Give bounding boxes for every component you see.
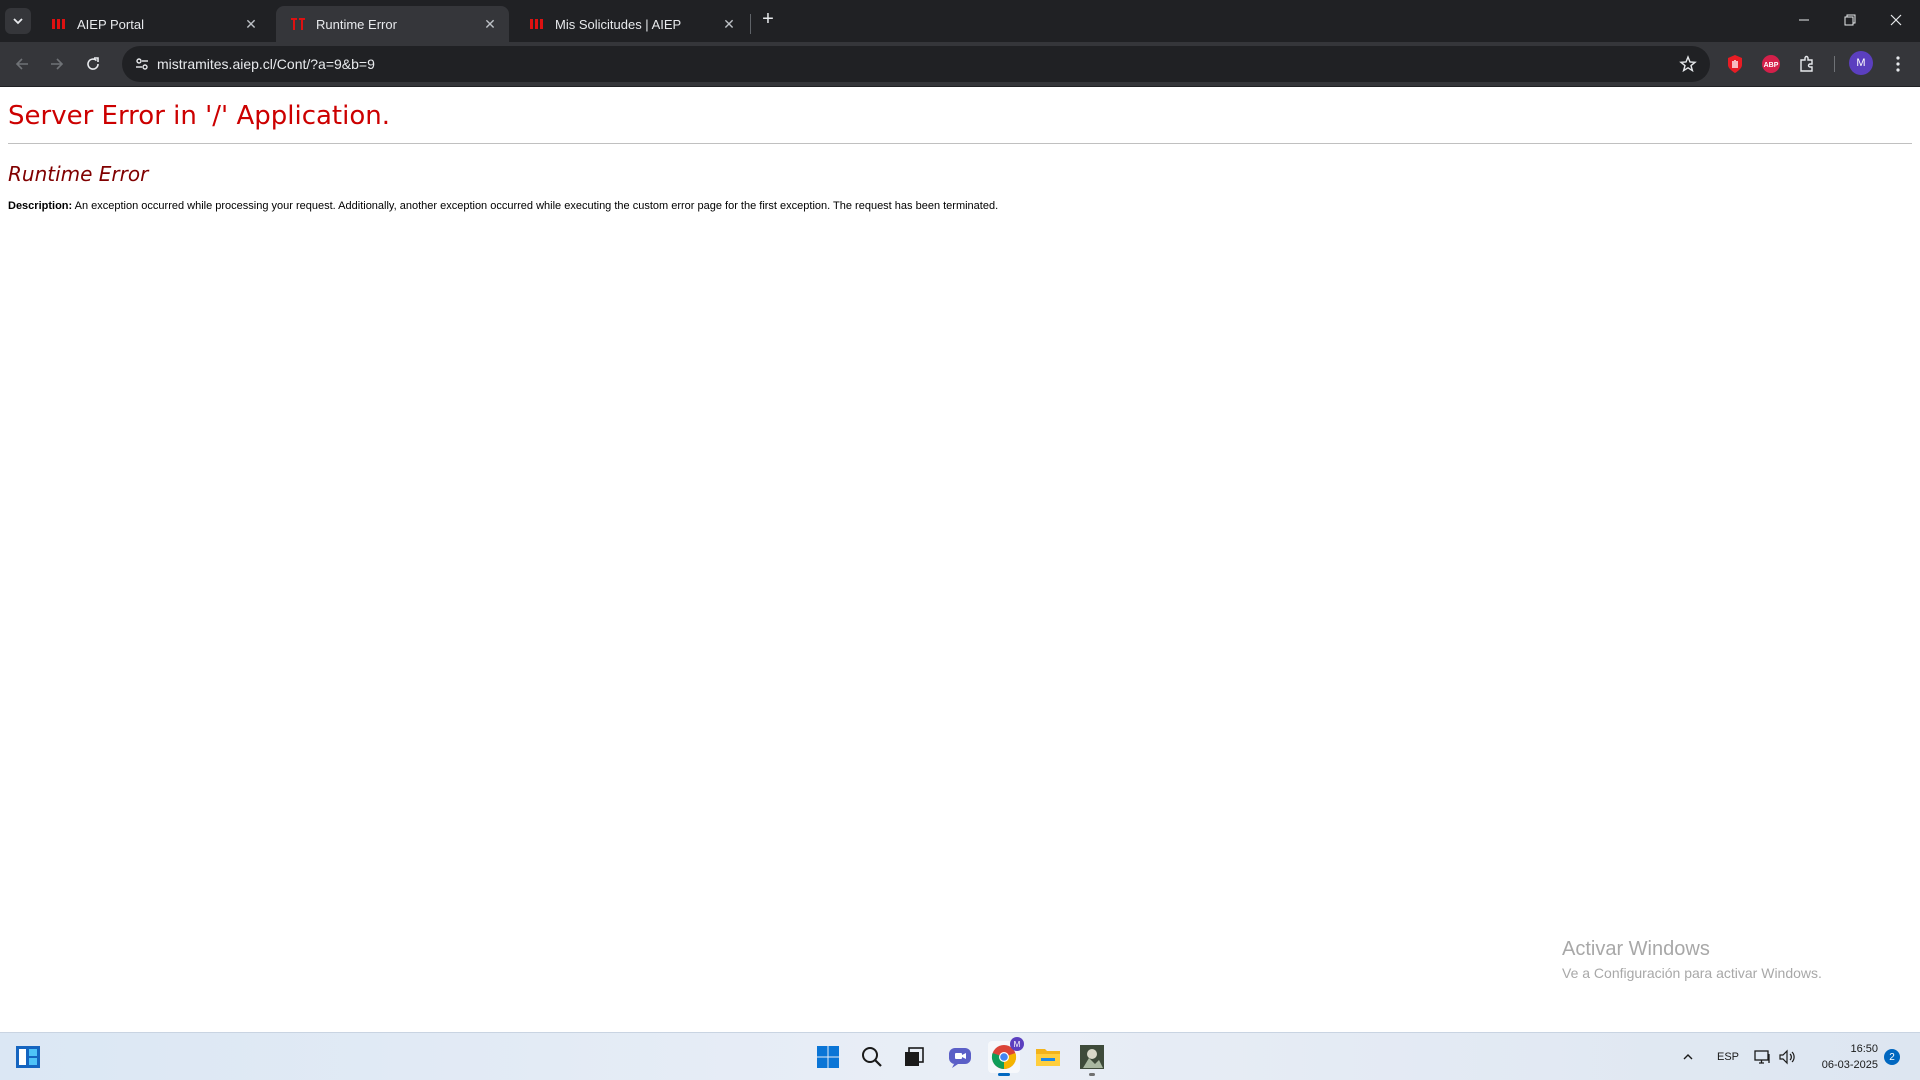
folder-icon xyxy=(1036,1049,1060,1066)
aiep-favicon-icon xyxy=(529,16,545,32)
search-icon xyxy=(862,1047,882,1067)
new-tab-button[interactable]: + xyxy=(757,9,779,31)
system-clock[interactable]: 16:50 06-03-2025 xyxy=(1812,1041,1878,1073)
tab-aiep-portal[interactable]: AIEP Portal ✕ xyxy=(37,6,270,42)
tab-strip: AIEP Portal ✕ Runtime Error ✕ Mis Solici… xyxy=(0,0,1920,42)
chrome-profile-badge: M xyxy=(1010,1037,1024,1051)
arrow-left-icon xyxy=(15,58,28,70)
photo-app-button[interactable] xyxy=(1076,1041,1108,1076)
tab-title: AIEP Portal xyxy=(77,16,144,32)
tab-divider xyxy=(750,14,751,34)
language-indicator[interactable]: ESP xyxy=(1717,1051,1739,1063)
notification-badge[interactable]: 2 xyxy=(1884,1049,1900,1065)
watermark-title: Activar Windows xyxy=(1562,938,1710,960)
close-icon xyxy=(1890,14,1902,26)
clock-time: 16:50 xyxy=(1850,1043,1878,1055)
error-subheading: Runtime Error xyxy=(8,162,149,186)
reload-icon xyxy=(87,57,99,70)
network-icon xyxy=(1754,1050,1770,1064)
show-hidden-icons-button[interactable] xyxy=(1678,1041,1698,1073)
restore-icon xyxy=(1844,14,1856,26)
error-favicon-icon xyxy=(290,16,306,32)
more-menu-icon[interactable] xyxy=(1886,52,1910,76)
search-button[interactable] xyxy=(856,1041,888,1073)
abp-icon[interactable]: ABP xyxy=(1759,52,1783,76)
chrome-taskbar-button[interactable]: M xyxy=(988,1037,1024,1076)
address-bar[interactable]: mistramites.aiep.cl/Cont/?a=9&b=9 xyxy=(122,46,1710,82)
tab-mis-solicitudes[interactable]: Mis Solicitudes | AIEP ✕ xyxy=(515,6,748,42)
task-view-button[interactable] xyxy=(898,1041,930,1073)
error-description: Description: An exception occurred while… xyxy=(8,200,998,212)
chat-icon xyxy=(949,1048,971,1068)
reload-button[interactable] xyxy=(79,50,107,78)
running-indicator xyxy=(998,1073,1010,1076)
divider xyxy=(8,143,1912,144)
arrow-right-icon xyxy=(51,58,64,70)
url-text: mistramites.aiep.cl/Cont/?a=9&b=9 xyxy=(157,56,375,72)
page-content: Server Error in '/' Application. Runtime… xyxy=(0,87,1920,1032)
file-explorer-button[interactable] xyxy=(1032,1041,1064,1073)
description-text: An exception occurred while processing y… xyxy=(74,200,999,212)
forward-button[interactable] xyxy=(43,50,71,78)
widgets-icon xyxy=(16,1046,40,1068)
windows-logo-icon xyxy=(817,1046,839,1068)
clock-date: 06-03-2025 xyxy=(1821,1059,1878,1071)
bookmark-star-icon[interactable] xyxy=(1676,52,1700,76)
start-button[interactable] xyxy=(812,1041,844,1073)
taskbar: M ESP 16:50 06-03-2025 2 xyxy=(0,1032,1920,1080)
svg-text:ABP: ABP xyxy=(1764,62,1779,69)
speaker-icon xyxy=(1779,1049,1795,1065)
volume-button[interactable] xyxy=(1776,1041,1798,1073)
running-indicator xyxy=(1089,1073,1095,1076)
adblock-red-hand-icon[interactable] xyxy=(1723,52,1747,76)
network-button[interactable] xyxy=(1752,1041,1774,1073)
minimize-icon xyxy=(1799,19,1809,21)
description-label: Description: xyxy=(8,200,73,212)
page-title: Server Error in '/' Application. xyxy=(8,101,390,131)
back-button[interactable] xyxy=(8,50,36,78)
aiep-favicon-icon xyxy=(51,16,67,32)
watermark-subtitle: Ve a Configuración para activar Windows. xyxy=(1562,965,1822,981)
image-app-icon xyxy=(1080,1045,1104,1069)
tab-title: Mis Solicitudes | AIEP xyxy=(555,16,682,32)
chevron-up-icon xyxy=(1683,1054,1693,1060)
toolbar-divider xyxy=(1834,56,1835,72)
close-tab-icon[interactable]: ✕ xyxy=(720,15,738,33)
close-tab-icon[interactable]: ✕ xyxy=(481,15,499,33)
site-info-icon[interactable] xyxy=(130,52,154,76)
restore-button[interactable] xyxy=(1827,0,1873,40)
teams-chat-button[interactable] xyxy=(944,1041,976,1073)
chevron-down-icon xyxy=(13,18,23,25)
task-view-icon xyxy=(905,1047,924,1066)
extensions-puzzle-icon[interactable] xyxy=(1795,52,1819,76)
tab-title: Runtime Error xyxy=(316,16,397,32)
profile-avatar[interactable]: M xyxy=(1849,51,1873,75)
close-tab-icon[interactable]: ✕ xyxy=(242,15,260,33)
browser-toolbar: mistramites.aiep.cl/Cont/?a=9&b=9 ABP M xyxy=(0,42,1920,87)
minimize-button[interactable] xyxy=(1781,0,1827,40)
windows-activation-watermark: Activar Windows Ve a Configuración para … xyxy=(1562,938,1822,981)
widgets-button[interactable] xyxy=(12,1041,44,1073)
tab-runtime-error[interactable]: Runtime Error ✕ xyxy=(276,6,509,42)
close-window-button[interactable] xyxy=(1873,0,1919,40)
tab-search-button[interactable] xyxy=(5,8,31,34)
